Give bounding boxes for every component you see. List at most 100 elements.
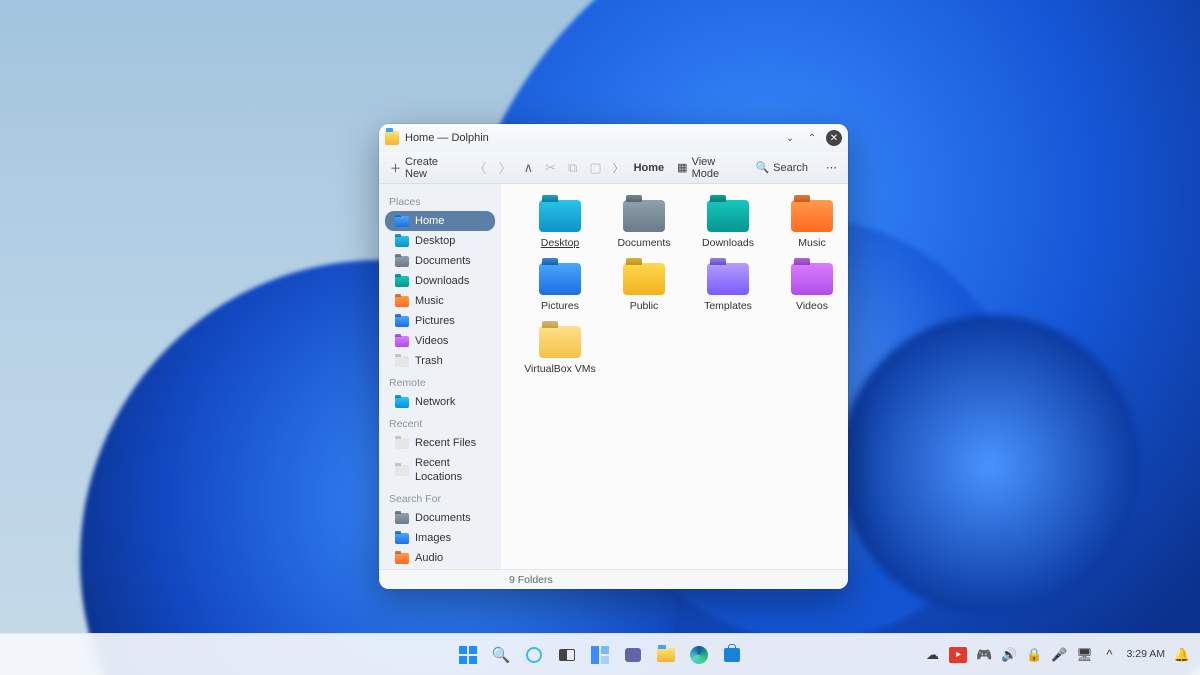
sidebar-item-label: Recent Files [415, 436, 476, 450]
sidebar-item-search-2[interactable]: Audio [385, 548, 495, 568]
sidebar-item-recent-1[interactable]: Recent Locations [385, 453, 495, 487]
tray-mic-icon[interactable]: 🎤 [1051, 647, 1067, 663]
tray-gamepad-icon[interactable]: 🎮 [976, 647, 992, 663]
sidebar-head-places: Places [379, 190, 501, 211]
view-mode-button[interactable]: ▦ View Mode [674, 154, 740, 182]
breadcrumb[interactable]: Home [634, 162, 665, 174]
sidebar-item-label: Pictures [415, 314, 455, 328]
file-item-4[interactable]: Pictures [521, 263, 599, 312]
tray-chevron-icon[interactable]: ^ [1101, 647, 1117, 663]
sidebar-item-places-3[interactable]: Downloads [385, 271, 495, 291]
up-button[interactable]: ∧ [523, 160, 535, 176]
menu-button[interactable]: ⋯ [823, 159, 840, 176]
folder-icon [623, 263, 665, 295]
sidebar-item-places-1[interactable]: Desktop [385, 231, 495, 251]
minimize-button[interactable]: ⌄ [782, 130, 798, 146]
tray-notifications-icon[interactable]: 🔔 [1174, 647, 1190, 663]
sidebar-item-places-7[interactable]: Trash [385, 351, 495, 371]
taskbar-chat-icon[interactable] [620, 642, 646, 668]
folder-icon [707, 263, 749, 295]
sidebar-item-remote-0[interactable]: Network [385, 392, 495, 412]
start-button[interactable] [455, 642, 481, 668]
sidebar-head-recent: Recent [379, 412, 501, 433]
sidebar-item-search-1[interactable]: Images [385, 528, 495, 548]
sidebar-item-places-0[interactable]: Home [385, 211, 495, 231]
sidebar-item-label: Documents [415, 511, 471, 525]
taskbar-edge-icon[interactable] [686, 642, 712, 668]
back-button[interactable]: 〈 [473, 158, 488, 177]
status-bar: 9 Folders [379, 569, 848, 589]
sidebar-item-label: Audio [415, 551, 443, 565]
sidebar-item-label: Images [415, 531, 451, 545]
breadcrumb-separator: 〉 [613, 160, 624, 176]
file-label: Desktop [541, 237, 580, 249]
file-item-7[interactable]: Videos [773, 263, 848, 312]
file-label: Videos [796, 300, 828, 312]
paste-icon[interactable]: ▢ [588, 160, 602, 176]
tray-volume-icon[interactable]: 🔊 [1001, 647, 1017, 663]
search-icon: 🔍 [755, 161, 769, 174]
folder-icon [539, 326, 581, 358]
folder-icon [539, 200, 581, 232]
sidebar-item-recent-0[interactable]: Recent Files [385, 433, 495, 453]
file-label: Pictures [541, 300, 579, 312]
taskbar-cortana-icon[interactable] [521, 642, 547, 668]
status-text: 9 Folders [509, 574, 553, 586]
copy-icon[interactable]: ⧉ [567, 160, 578, 176]
forward-button[interactable]: 〉 [498, 158, 513, 177]
tray-onedrive-icon[interactable]: ☁ [924, 647, 940, 663]
file-item-2[interactable]: Downloads [689, 200, 767, 249]
taskbar-search-icon[interactable]: 🔍 [488, 642, 514, 668]
file-item-1[interactable]: Documents [605, 200, 683, 249]
sidebar-item-label: Trash [415, 354, 443, 368]
file-label: Documents [617, 237, 670, 249]
sidebar-item-search-0[interactable]: Documents [385, 508, 495, 528]
file-label: Templates [704, 300, 752, 312]
search-label: Search [773, 162, 808, 174]
taskbar-widgets-icon[interactable] [587, 642, 613, 668]
view-mode-label: View Mode [692, 156, 738, 180]
taskbar-store-icon[interactable] [719, 642, 745, 668]
folder-icon [395, 553, 409, 564]
tray-app-icon[interactable]: ▸ [949, 647, 967, 663]
sidebar-item-places-2[interactable]: Documents [385, 251, 495, 271]
file-item-3[interactable]: Music [773, 200, 848, 249]
tray-lock-icon[interactable]: 🔒 [1026, 647, 1042, 663]
sidebar-item-places-6[interactable]: Videos [385, 331, 495, 351]
tray-clock[interactable]: 3:29 AM [1126, 649, 1165, 661]
file-label: Public [630, 300, 659, 312]
folder-icon [707, 200, 749, 232]
taskbar: 🔍 ☁ ▸ 🎮 🔊 🔒 🎤 🖥 ^ 3:29 AM 🔔 [0, 633, 1200, 675]
file-view[interactable]: Desktop Documents Downloads Music Pictures Pu… [501, 184, 848, 569]
tray-display-icon[interactable]: 🖥 [1076, 647, 1092, 663]
sidebar-head-remote: Remote [379, 371, 501, 392]
window-title: Home — Dolphin [405, 132, 489, 144]
sidebar-item-places-5[interactable]: Pictures [385, 311, 495, 331]
sidebar-item-label: Downloads [415, 274, 469, 288]
cut-icon[interactable]: ✂ [544, 160, 557, 176]
taskbar-explorer-icon[interactable] [653, 642, 679, 668]
file-item-0[interactable]: Desktop [521, 200, 599, 249]
folder-icon [395, 397, 409, 408]
sidebar-item-label: Recent Locations [415, 456, 485, 484]
folder-icon [395, 465, 409, 476]
create-new-label: Create New [405, 156, 460, 180]
taskbar-taskview-icon[interactable] [554, 642, 580, 668]
close-button[interactable]: ✕ [826, 130, 842, 146]
file-label: Downloads [702, 237, 754, 249]
sidebar-item-places-4[interactable]: Music [385, 291, 495, 311]
search-button[interactable]: 🔍 Search [752, 159, 811, 176]
folder-icon [395, 236, 409, 247]
breadcrumb-home: Home [634, 162, 665, 174]
create-new-button[interactable]: ＋ Create New [387, 154, 463, 182]
titlebar[interactable]: Home — Dolphin ⌄ ⌃ ✕ [379, 124, 848, 152]
file-item-8[interactable]: VirtualBox VMs [521, 326, 599, 375]
toolbar: ＋ Create New 〈 〉 ∧ ✂ ⧉ ▢ 〉 Home ▦ View M… [379, 152, 848, 184]
sidebar-item-label: Documents [415, 254, 471, 268]
sidebar-item-search-3[interactable]: Videos [385, 568, 495, 569]
sidebar-head-search: Search For [379, 487, 501, 508]
maximize-button[interactable]: ⌃ [804, 130, 820, 146]
file-item-5[interactable]: Public [605, 263, 683, 312]
file-item-6[interactable]: Templates [689, 263, 767, 312]
dolphin-window: Home — Dolphin ⌄ ⌃ ✕ ＋ Create New 〈 〉 ∧ … [379, 124, 848, 589]
